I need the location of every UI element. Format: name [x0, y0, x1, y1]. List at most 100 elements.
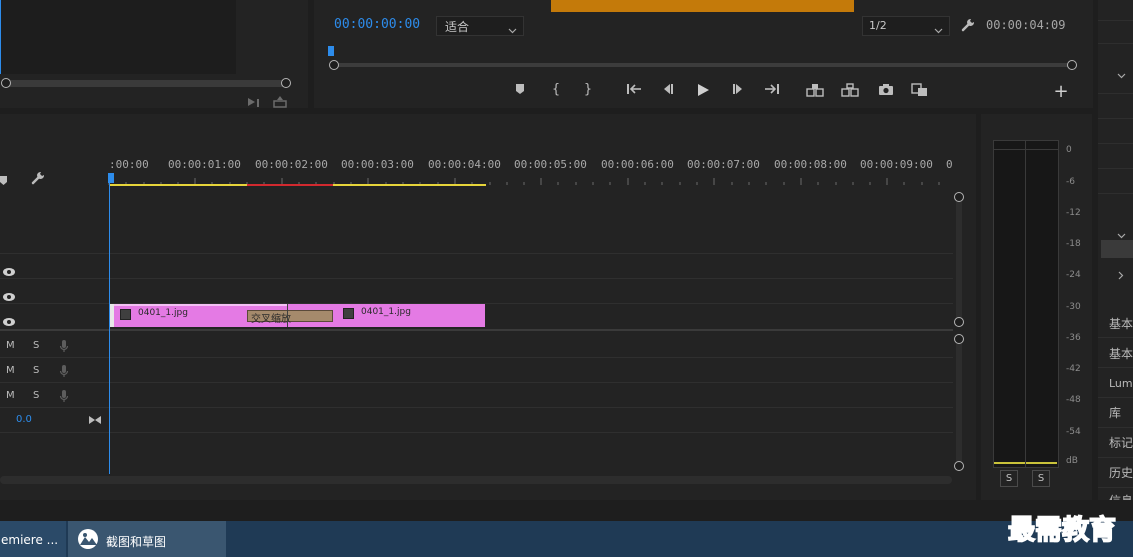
- microphone-icon[interactable]: [59, 388, 69, 407]
- mark-in-icon[interactable]: {: [546, 80, 566, 100]
- add-marker-icon[interactable]: [510, 80, 530, 100]
- panel-tab-libraries[interactable]: 库: [1109, 404, 1121, 421]
- mute-button[interactable]: M: [6, 340, 15, 351]
- db-label: -54: [1066, 427, 1081, 437]
- step-forward-icon[interactable]: [728, 80, 748, 100]
- meter-level-left: [994, 462, 1025, 464]
- panel-tab-markers[interactable]: 标记: [1109, 434, 1133, 451]
- meter-solo-left-label: S: [1005, 473, 1013, 484]
- go-to-in-icon[interactable]: [624, 80, 644, 100]
- cross-zoom-transition[interactable]: 交叉缩放: [247, 310, 333, 325]
- zoom-dropdown-value: 适合: [445, 20, 470, 34]
- solo-button[interactable]: S: [33, 390, 39, 401]
- video-scroll-top-handle[interactable]: [954, 192, 964, 202]
- ruler-label: 00:00:09:00: [860, 158, 933, 171]
- ruler-label: 00:00:01:00: [168, 158, 241, 171]
- meter-channel-left: [993, 140, 1027, 468]
- work-area-bar-yellow-left[interactable]: [110, 184, 247, 186]
- wrench-icon[interactable]: [960, 17, 976, 33]
- chevron-down-icon[interactable]: [1117, 65, 1126, 84]
- panel-tab-history[interactable]: 历史: [1109, 464, 1133, 481]
- source-scroll-track[interactable]: [6, 80, 286, 87]
- taskbar-item-premiere[interactable]: emiere ...: [0, 521, 66, 557]
- db-label: -48: [1066, 395, 1081, 405]
- meter-solo-right-button[interactable]: S: [1032, 470, 1050, 487]
- video-vertical-scrollbar[interactable]: [956, 197, 962, 322]
- right-panel-highlight-row[interactable]: [1101, 240, 1133, 258]
- snap-marker-icon[interactable]: [0, 172, 10, 185]
- source-monitor-viewer: [0, 0, 236, 74]
- right-panel-divider: [1098, 193, 1133, 194]
- timeline-horizontal-scrollbar[interactable]: [0, 476, 952, 484]
- add-button-icon[interactable]: +: [1051, 82, 1071, 102]
- mark-out-icon[interactable]: }: [578, 80, 598, 100]
- video-scroll-bottom-handle[interactable]: [954, 317, 964, 327]
- extract-icon[interactable]: [840, 80, 860, 100]
- chevron-right-icon[interactable]: [1116, 265, 1125, 284]
- overwrite-icon[interactable]: [272, 93, 288, 108]
- mute-button[interactable]: M: [6, 390, 15, 401]
- track-divider: [0, 278, 953, 279]
- clip-fx-icon: [343, 308, 354, 319]
- go-to-out-icon[interactable]: [762, 80, 782, 100]
- timeline-playhead-line[interactable]: [109, 183, 110, 474]
- lift-icon[interactable]: [805, 80, 825, 100]
- audio-scroll-top-handle[interactable]: [954, 334, 964, 344]
- work-area-bar-yellow-right[interactable]: [333, 184, 486, 186]
- eye-icon[interactable]: [2, 262, 16, 276]
- mute-button[interactable]: M: [6, 365, 15, 376]
- clip-name: 0401_1.jpg: [361, 307, 411, 317]
- camera-icon[interactable]: [876, 80, 896, 100]
- step-back-icon[interactable]: [658, 80, 678, 100]
- duration-timecode: 00:00:04:09: [986, 18, 1066, 32]
- track-divider: [0, 253, 953, 254]
- zoom-dropdown[interactable]: 适合: [436, 16, 524, 36]
- compare-view-icon[interactable]: [910, 80, 930, 100]
- db-label: -24: [1066, 270, 1081, 280]
- chevron-down-icon: [508, 20, 517, 39]
- edit-point-line: [287, 304, 288, 327]
- taskbar-item-snip-sketch[interactable]: 截图和草图: [68, 521, 226, 557]
- eye-icon[interactable]: [2, 312, 16, 326]
- panel-tab-info[interactable]: 信息: [1109, 492, 1133, 500]
- program-scrub-left-handle[interactable]: [329, 60, 339, 70]
- right-panel-divider: [1098, 427, 1133, 428]
- panel-tab-info-clip: 信息: [1098, 492, 1133, 500]
- solo-button[interactable]: S: [33, 365, 39, 376]
- timeline-wrench-icon[interactable]: [30, 170, 46, 186]
- play-icon[interactable]: [693, 80, 713, 100]
- current-timecode[interactable]: 00:00:00:00: [334, 17, 420, 32]
- snip-sketch-icon: [76, 528, 100, 554]
- right-panel-divider: [1098, 337, 1133, 338]
- resolution-dropdown[interactable]: 1/2: [862, 16, 950, 36]
- chevron-down-icon: [934, 20, 943, 39]
- audio-vertical-scrollbar[interactable]: [956, 338, 962, 466]
- meter-solo-left-button[interactable]: S: [1000, 470, 1018, 487]
- audio-scroll-bottom-handle[interactable]: [954, 461, 964, 471]
- time-ruler[interactable]: [108, 172, 953, 190]
- insert-icon[interactable]: [246, 93, 262, 107]
- timeline-playhead-head[interactable]: [108, 173, 114, 183]
- program-playhead-marker[interactable]: [328, 46, 334, 56]
- video-audio-divider: [0, 329, 953, 331]
- master-keyframe-icon[interactable]: [88, 410, 102, 429]
- taskbar-item-label: 截图和草图: [106, 535, 167, 549]
- program-scrub-right-handle[interactable]: [1067, 60, 1077, 70]
- db-label: 0: [1066, 145, 1072, 155]
- track-divider: [0, 382, 953, 383]
- ruler-label: 00:00:02:00: [255, 158, 328, 171]
- source-scroll-right-handle[interactable]: [281, 78, 291, 88]
- source-scroll-left-handle[interactable]: [1, 78, 11, 88]
- panel-tab-essential-sound[interactable]: 基本: [1109, 345, 1133, 362]
- solo-button[interactable]: S: [33, 340, 39, 351]
- panel-tab-lumetri[interactable]: Lume: [1109, 377, 1133, 390]
- eye-icon[interactable]: [2, 287, 16, 301]
- program-scrub-track[interactable]: [336, 63, 1071, 67]
- microphone-icon[interactable]: [59, 338, 69, 357]
- master-volume-value[interactable]: 0.0: [16, 414, 32, 425]
- right-panel-divider: [1098, 93, 1133, 94]
- track-divider: [0, 432, 953, 433]
- db-label: -18: [1066, 239, 1081, 249]
- panel-tab-essential-graphics[interactable]: 基本: [1109, 315, 1133, 332]
- microphone-icon[interactable]: [59, 363, 69, 382]
